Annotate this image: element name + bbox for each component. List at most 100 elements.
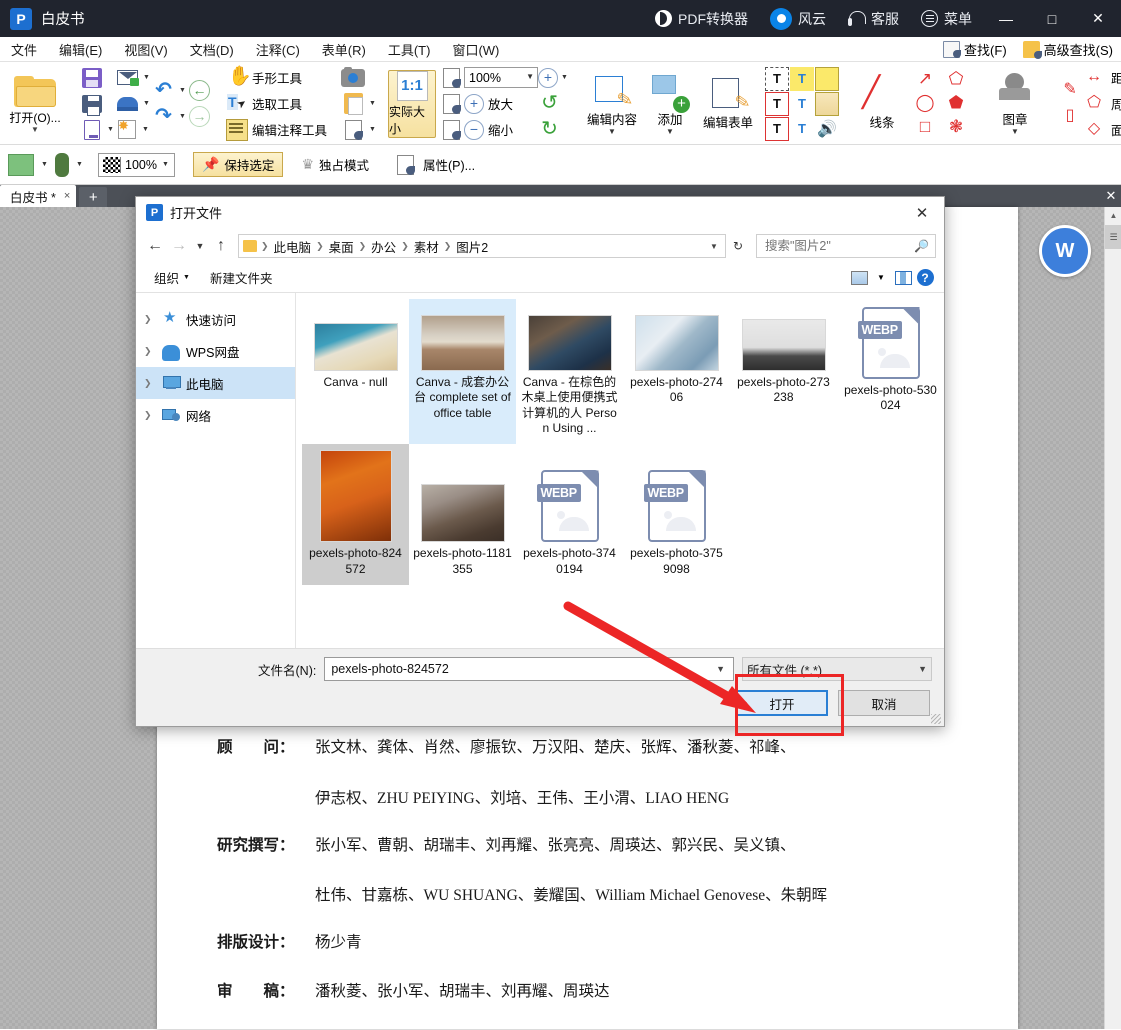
pentagon-shape-icon[interactable]: ⬟: [942, 92, 970, 113]
menu-item-comment[interactable]: 注释(C): [245, 37, 311, 62]
clipboard-paste-icon[interactable]: [344, 93, 364, 115]
nav-back-button[interactable]: ←: [144, 234, 166, 258]
filename-caret-icon[interactable]: ▼: [712, 664, 729, 674]
fill-color-caret-icon[interactable]: ▼: [40, 161, 49, 168]
menu-item-document[interactable]: 文档(D): [179, 37, 245, 62]
breadcrumb-pictures2[interactable]: 图片2: [453, 237, 491, 256]
menu-item-edit[interactable]: 编辑(E): [48, 37, 113, 62]
keep-selected-button[interactable]: 📌 保持选定: [192, 152, 284, 177]
zoom-caret-icon[interactable]: ▼: [526, 72, 534, 81]
breadcrumb-desktop[interactable]: 桌面: [326, 237, 357, 256]
underline-text-icon[interactable]: T: [790, 117, 814, 141]
close-all-tabs-button[interactable]: ✕: [1101, 185, 1121, 207]
print-icon[interactable]: [82, 94, 102, 116]
menu-item-window[interactable]: 窗口(W): [441, 37, 510, 62]
breadcrumb-office[interactable]: 办公: [368, 237, 399, 256]
eraser-icon[interactable]: ▯: [1058, 106, 1082, 127]
pen-thickness-caret-icon[interactable]: ▼: [75, 161, 84, 168]
document-tab[interactable]: 白皮书 * ×: [0, 185, 77, 207]
fit-page-icon[interactable]: [443, 67, 462, 88]
typewriter-icon[interactable]: T: [765, 66, 790, 91]
save-icon[interactable]: [82, 67, 102, 88]
advanced-find-button[interactable]: 高级查找(S): [1015, 40, 1121, 59]
sticky-note-icon[interactable]: [815, 66, 840, 91]
file-grid[interactable]: Canva - null Canva - 成套办公台 complete set …: [296, 293, 944, 648]
previous-view-icon[interactable]: ←: [189, 80, 210, 101]
menu-item-file[interactable]: 文件: [0, 37, 48, 62]
file-item[interactable]: WEBP pexels-photo-3759098: [623, 444, 730, 585]
search-box[interactable]: 🔍: [756, 234, 936, 258]
tree-item-network[interactable]: ❯ 网络: [136, 399, 295, 431]
perimeter-row[interactable]: ⬠ 周长: [1082, 92, 1121, 116]
clipboard-caret-icon[interactable]: ▼: [368, 100, 377, 107]
properties-button[interactable]: 属性(P)...: [387, 152, 481, 177]
new-document-icon[interactable]: [118, 118, 136, 139]
opacity-combobox[interactable]: 100% ▼: [98, 152, 175, 177]
menu-item-tools[interactable]: 工具(T): [377, 37, 442, 62]
new-tab-button[interactable]: +: [79, 187, 108, 207]
cancel-button[interactable]: 取消: [838, 690, 930, 716]
organize-button[interactable]: 组织 ▼: [144, 268, 200, 287]
textbox-icon[interactable]: T: [765, 91, 790, 116]
edit-annotation-tool-row[interactable]: 编辑注释工具: [226, 118, 327, 142]
cloud-shape-icon[interactable]: ❃: [942, 116, 970, 137]
file-item[interactable]: pexels-photo-27406: [623, 299, 730, 444]
nav-recent-locations-button[interactable]: ▼: [192, 234, 208, 258]
undo-icon[interactable]: ↶: [153, 80, 174, 101]
help-button[interactable]: ?: [914, 268, 936, 288]
find-in-document-icon[interactable]: [345, 119, 364, 140]
hand-tool-row[interactable]: 手形工具: [226, 64, 327, 90]
zoom-in-row[interactable]: + 放大: [464, 92, 538, 116]
dialog-close-button[interactable]: ✕: [900, 197, 944, 229]
send-mail-icon[interactable]: [117, 70, 139, 86]
export-doc-icon[interactable]: [84, 119, 100, 140]
distance-row[interactable]: ↔ 距离: [1082, 66, 1121, 90]
find-button[interactable]: 查找(F): [935, 40, 1015, 59]
tree-item-quick-access[interactable]: ❯ 快速访问: [136, 303, 295, 335]
file-item[interactable]: Canva - null: [302, 299, 409, 444]
strikeout-text-icon[interactable]: T: [790, 92, 814, 116]
filename-input[interactable]: [329, 661, 713, 677]
ellipse-shape-icon[interactable]: ◯: [911, 92, 939, 113]
highlight-text-icon[interactable]: T: [790, 66, 815, 91]
filename-combobox[interactable]: ▼: [324, 657, 734, 681]
find-doc-caret-icon[interactable]: ▼: [368, 126, 377, 133]
preview-pane-button[interactable]: [892, 268, 914, 288]
line-tool-button[interactable]: ╱ 线条: [853, 76, 911, 131]
support-button[interactable]: 客服: [837, 0, 910, 37]
scroll-up-icon[interactable]: ▲: [1105, 207, 1121, 224]
breadcrumb-dropdown-caret-icon[interactable]: ▼: [705, 242, 723, 251]
edit-form-button[interactable]: 编辑表单: [699, 76, 757, 131]
breadcrumb-bar[interactable]: ❯ 此电脑 ❯ 桌面 ❯ 办公 ❯ 素材 ❯ 图片2 ▼: [238, 234, 726, 258]
expand-chevron-icon[interactable]: ❯: [144, 314, 156, 325]
wps-writer-badge-icon[interactable]: W: [1039, 225, 1091, 277]
magnifier-caret-icon[interactable]: ▼: [560, 74, 569, 81]
select-tool-row[interactable]: 选取工具: [226, 92, 327, 116]
minimize-button[interactable]: —: [983, 0, 1029, 37]
edit-content-caret-icon[interactable]: ▼: [608, 127, 616, 135]
redo-icon[interactable]: ↷: [153, 106, 174, 127]
audio-annotation-icon[interactable]: 🔊: [815, 117, 839, 141]
edit-content-button[interactable]: 编辑内容 ▼: [583, 73, 641, 135]
cloud-upload-icon[interactable]: [117, 96, 138, 111]
zoom-combobox[interactable]: ▼: [464, 67, 539, 88]
stamp-caret-icon[interactable]: ▼: [1011, 127, 1019, 135]
maximize-button[interactable]: □: [1029, 0, 1075, 37]
rotate-right-icon[interactable]: ↻: [538, 118, 561, 141]
new-folder-button[interactable]: 新建文件夹: [200, 268, 283, 287]
fill-color-swatch[interactable]: [8, 153, 34, 176]
next-view-icon[interactable]: →: [189, 106, 210, 127]
expand-chevron-icon[interactable]: ❯: [144, 378, 156, 389]
file-item[interactable]: pexels-photo-273238: [730, 299, 837, 444]
mail-caret-icon[interactable]: ▼: [142, 74, 151, 81]
close-tab-icon[interactable]: ×: [64, 190, 70, 202]
scrollbar-thumb[interactable]: ☰: [1105, 225, 1121, 249]
expand-chevron-icon[interactable]: ❯: [144, 346, 156, 357]
file-item[interactable]: pexels-photo-824572: [302, 444, 409, 586]
vertical-scrollbar[interactable]: ▲ ☰: [1104, 207, 1121, 1029]
file-item[interactable]: Canva - 成套办公台 complete set of office tab…: [409, 299, 516, 445]
open-dropdown-caret-icon[interactable]: ▼: [31, 126, 39, 134]
view-layout-caret-button[interactable]: ▼: [870, 268, 892, 288]
magnifier-icon[interactable]: +: [538, 67, 559, 88]
pencil-icon[interactable]: ✎: [1058, 80, 1082, 101]
